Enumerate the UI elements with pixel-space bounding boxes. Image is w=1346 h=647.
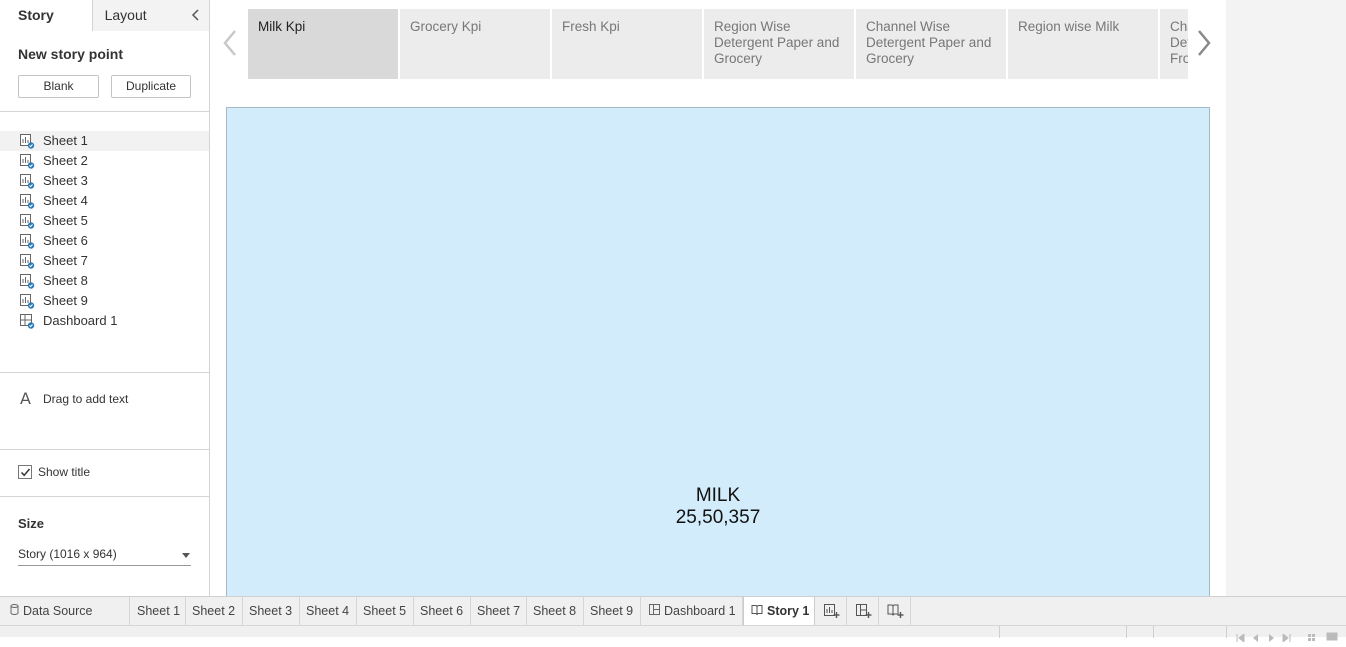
- divider: [999, 626, 1000, 638]
- divider: [0, 449, 209, 450]
- next-story-point-icon[interactable]: [1194, 28, 1214, 58]
- divider: [1226, 626, 1227, 638]
- sheet-list-item[interactable]: Sheet 2: [0, 151, 209, 171]
- filmstrip-view-icon[interactable]: [1326, 628, 1338, 646]
- checkbox-checked-icon[interactable]: [18, 465, 32, 479]
- story-point[interactable]: Fresh Kpi: [552, 9, 702, 79]
- tab-label: Story 1: [767, 604, 810, 618]
- size-heading: Size: [18, 516, 45, 531]
- size-dropdown[interactable]: Story (1016 x 964): [18, 545, 191, 566]
- sheet-list-item[interactable]: Sheet 4: [0, 191, 209, 211]
- drag-text-label: Drag to add text: [43, 391, 129, 406]
- tab-sheet[interactable]: Sheet 9: [584, 597, 641, 625]
- sheet-label: Sheet 7: [43, 253, 88, 268]
- show-title-label: Show title: [38, 465, 91, 479]
- sheet-list: Sheet 1 Sheet 2 Sheet 3 Sheet 4 Sheet 5 …: [0, 131, 209, 331]
- kpi-viz[interactable]: MILK 25,50,357: [226, 107, 1210, 596]
- sheet-label: Sheet 5: [43, 213, 88, 228]
- sheet-list-item[interactable]: Sheet 6: [0, 231, 209, 251]
- panel-tabs: Story Layout: [0, 0, 209, 32]
- sheet-label: Sheet 2: [43, 153, 88, 168]
- drag-text-object[interactable]: A Drag to add text: [20, 389, 128, 408]
- sheet-list-item[interactable]: Sheet 8: [0, 271, 209, 291]
- new-story-button[interactable]: [879, 597, 911, 625]
- show-title-checkbox[interactable]: Show title: [18, 465, 90, 479]
- dashboard-icon: [19, 313, 35, 329]
- blank-button[interactable]: Blank: [18, 75, 99, 98]
- collapse-panel-icon[interactable]: [191, 8, 203, 22]
- sheet-label: Sheet 1: [43, 133, 88, 148]
- story-point[interactable]: Channel Wise Detergent Paper and Grocery: [856, 9, 1006, 79]
- sheet-list-item[interactable]: Dashboard 1: [0, 311, 209, 331]
- story-point[interactable]: Region Wise Detergent Paper and Grocery: [704, 9, 854, 79]
- duplicate-button[interactable]: Duplicate: [111, 75, 191, 98]
- dropdown-arrow-icon: [182, 553, 190, 558]
- worksheet-icon: [19, 273, 35, 289]
- tab-sheet[interactable]: Sheet 2: [186, 597, 243, 625]
- tab-sheet[interactable]: Sheet 6: [414, 597, 471, 625]
- tab-story[interactable]: Story 1: [743, 597, 815, 626]
- story-point[interactable]: Region wise Milk: [1008, 9, 1158, 79]
- dashboard-icon: [649, 597, 660, 625]
- divider: [0, 372, 209, 373]
- sheet-label: Sheet 9: [43, 293, 88, 308]
- kpi-value: 25,50,357: [675, 507, 761, 528]
- page-navigation-icon[interactable]: [1236, 629, 1296, 647]
- tab-sheet[interactable]: Sheet 3: [243, 597, 300, 625]
- status-bar: [0, 625, 1346, 644]
- worksheet-icon: [19, 133, 35, 149]
- worksheet-icon: [19, 253, 35, 269]
- tab-story[interactable]: Story: [0, 0, 93, 32]
- story-panel: Story Layout New story point Blank Dupli…: [0, 0, 210, 596]
- sheet-list-item[interactable]: Sheet 9: [0, 291, 209, 311]
- story-icon: [751, 597, 763, 625]
- tab-label: Data Source: [23, 604, 93, 618]
- worksheet-icon: [19, 293, 35, 309]
- story-point[interactable]: Channel Wise Detergent Paper and Frozen: [1160, 9, 1188, 79]
- worksheet-icon: [19, 233, 35, 249]
- sheet-label: Sheet 4: [43, 193, 88, 208]
- tab-sheet[interactable]: Sheet 1: [130, 597, 186, 625]
- sheet-list-item[interactable]: Sheet 5: [0, 211, 209, 231]
- sheet-list-item[interactable]: Sheet 1: [0, 131, 209, 151]
- tab-data-source[interactable]: Data Source: [0, 597, 130, 625]
- worksheet-icon: [19, 173, 35, 189]
- text-object-icon: A: [20, 389, 31, 408]
- sheet-label: Dashboard 1: [43, 313, 118, 328]
- tab-sheet[interactable]: Sheet 7: [471, 597, 527, 625]
- new-worksheet-button[interactable]: [815, 597, 847, 625]
- worksheet-icon: [19, 213, 35, 229]
- previous-story-point-icon[interactable]: [220, 28, 240, 58]
- tab-sheet[interactable]: Sheet 5: [357, 597, 414, 625]
- sheet-list-item[interactable]: Sheet 3: [0, 171, 209, 191]
- divider: [1153, 626, 1154, 638]
- new-dashboard-button[interactable]: [847, 597, 879, 625]
- sheet-list-item[interactable]: Sheet 7: [0, 251, 209, 271]
- story-point[interactable]: Grocery Kpi: [400, 9, 550, 79]
- sheet-label: Sheet 8: [43, 273, 88, 288]
- divider: [0, 496, 209, 497]
- divider: [0, 111, 209, 112]
- story-margin: [1226, 0, 1346, 596]
- worksheet-icon: [19, 193, 35, 209]
- sheet-tab-bar: Data Source Sheet 1 Sheet 2 Sheet 3 Shee…: [0, 596, 1346, 626]
- size-value: Story (1016 x 964): [18, 547, 117, 561]
- story-point[interactable]: Milk Kpi: [248, 9, 398, 79]
- tab-label: Dashboard 1: [664, 604, 736, 618]
- sheet-label: Sheet 6: [43, 233, 88, 248]
- tab-sheet[interactable]: Sheet 8: [527, 597, 584, 625]
- tab-sheet[interactable]: Sheet 4: [300, 597, 357, 625]
- kpi-label: MILK: [695, 485, 741, 506]
- worksheet-icon: [19, 153, 35, 169]
- tab-dashboard[interactable]: Dashboard 1: [641, 597, 743, 625]
- sheet-label: Sheet 3: [43, 173, 88, 188]
- grid-view-icon[interactable]: [1308, 629, 1318, 647]
- story-points-navigator: Milk Kpi Grocery Kpi Fresh Kpi Region Wi…: [248, 9, 1188, 79]
- database-icon: [10, 597, 19, 625]
- divider: [1126, 626, 1127, 638]
- new-story-point-heading: New story point: [18, 46, 124, 62]
